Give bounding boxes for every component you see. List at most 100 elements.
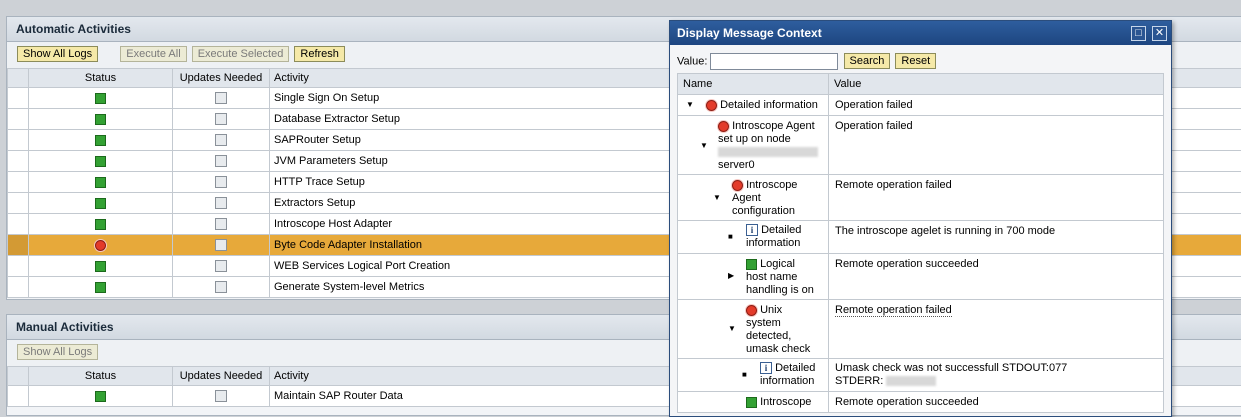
tree-row[interactable]: ▼ Introscope Agent configuration Remote … [678,175,1164,221]
status-cell [29,214,173,235]
updates-cell [173,172,270,193]
reset-button[interactable]: Reset [895,53,936,69]
execute-selected-button[interactable]: Execute Selected [192,46,290,62]
success-status-icon [95,177,106,188]
node-value-line: STDERR: [835,375,883,387]
success-status-icon [95,261,106,272]
tree-row[interactable]: ▶ Logical host name handling is on Remot… [678,254,1164,300]
expand-toggle-icon[interactable]: ▼ [713,193,721,202]
node-label-line: system [746,317,781,329]
node-label: Detailed [761,224,801,236]
leaf-bullet-icon: ■ [742,370,747,379]
updates-cell [173,109,270,130]
error-status-icon [732,180,743,191]
dialog-title: Display Message Context [670,21,1171,45]
node-value: Remote operation failed [829,175,1164,221]
expand-toggle-icon[interactable]: ▼ [700,141,708,150]
tree-row[interactable]: Introscope Remote operation succeeded [678,392,1164,413]
refresh-button[interactable]: Refresh [294,46,345,62]
tree-row[interactable]: ■ i Detailed information Umask check was… [678,359,1164,392]
node-label: Logical [760,258,795,270]
close-icon[interactable]: ✕ [1152,26,1167,41]
success-status-icon [95,198,106,209]
tree-row[interactable]: ▼ Introscope Agent set up on node server… [678,116,1164,175]
status-cell [29,172,173,193]
row-selector[interactable] [8,277,29,298]
redacted-text [718,147,818,157]
status-cell [29,109,173,130]
updates-checkbox[interactable] [215,260,227,272]
search-button[interactable]: Search [844,53,891,69]
success-status-icon [746,259,757,270]
success-status-icon [95,282,106,293]
row-selector[interactable] [8,88,29,109]
node-value[interactable]: Remote operation failed [835,304,952,317]
success-status-icon [95,135,106,146]
updates-cell [173,130,270,151]
status-column-header[interactable]: Status [29,367,173,386]
tree-row[interactable]: ▼ Unix system detected, umask check Remo… [678,300,1164,359]
row-selector[interactable] [8,130,29,151]
updates-cell [173,88,270,109]
row-selector[interactable] [8,235,29,256]
redacted-text [886,376,936,386]
updates-checkbox[interactable] [215,218,227,230]
show-all-logs-button[interactable]: Show All Logs [17,46,98,62]
search-row: Value: Search Reset [670,45,1171,75]
status-column-header[interactable]: Status [29,69,173,88]
select-all-header[interactable] [8,69,29,88]
updates-checkbox[interactable] [215,155,227,167]
status-cell [29,193,173,214]
status-cell [29,386,173,407]
error-status-icon [95,240,106,251]
updates-cell [173,235,270,256]
updates-column-header[interactable]: Updates Needed [173,69,270,88]
updates-column-header[interactable]: Updates Needed [173,367,270,386]
row-selector[interactable] [8,172,29,193]
select-all-header[interactable] [8,367,29,386]
node-value: Operation failed [829,95,1164,116]
success-status-icon [95,391,106,402]
node-label-line: umask check [746,343,810,355]
node-value: Operation failed [829,116,1164,175]
value-input[interactable] [710,53,838,70]
node-label-line: host name [746,271,797,283]
show-all-logs-button[interactable]: Show All Logs [17,344,98,360]
name-column-header[interactable]: Name [678,74,829,95]
node-label: Detailed information [720,99,818,111]
updates-checkbox[interactable] [215,92,227,104]
updates-checkbox[interactable] [215,176,227,188]
row-selector[interactable] [8,256,29,277]
updates-checkbox[interactable] [215,197,227,209]
updates-checkbox[interactable] [215,134,227,146]
status-cell [29,151,173,172]
value-column-header[interactable]: Value [829,74,1164,95]
tree-row[interactable]: ▼ Detailed information Operation failed [678,95,1164,116]
node-label: Introscope [746,179,797,191]
info-icon: i [746,224,758,236]
row-selector[interactable] [8,386,29,407]
node-value: Remote operation succeeded [829,392,1164,413]
row-selector[interactable] [8,214,29,235]
expand-toggle-icon[interactable]: ▼ [728,324,736,333]
node-value: Remote operation succeeded [829,254,1164,300]
expand-toggle-icon[interactable]: ▼ [686,100,694,109]
success-status-icon [95,114,106,125]
node-label-line: information [746,237,800,249]
row-selector[interactable] [8,109,29,130]
row-selector[interactable] [8,151,29,172]
node-label: Unix [760,304,782,316]
row-selector[interactable] [8,193,29,214]
updates-cell [173,256,270,277]
dialog-window-controls: □ ✕ [1128,26,1167,41]
updates-cell [173,386,270,407]
updates-cell [173,277,270,298]
updates-checkbox[interactable] [215,390,227,402]
collapse-toggle-icon[interactable]: ▶ [728,271,734,280]
execute-all-button[interactable]: Execute All [120,46,186,62]
updates-checkbox[interactable] [215,281,227,293]
maximize-icon[interactable]: □ [1131,26,1146,41]
updates-checkbox[interactable] [215,239,227,251]
tree-row[interactable]: ■ i Detailed information The introscope … [678,221,1164,254]
updates-checkbox[interactable] [215,113,227,125]
